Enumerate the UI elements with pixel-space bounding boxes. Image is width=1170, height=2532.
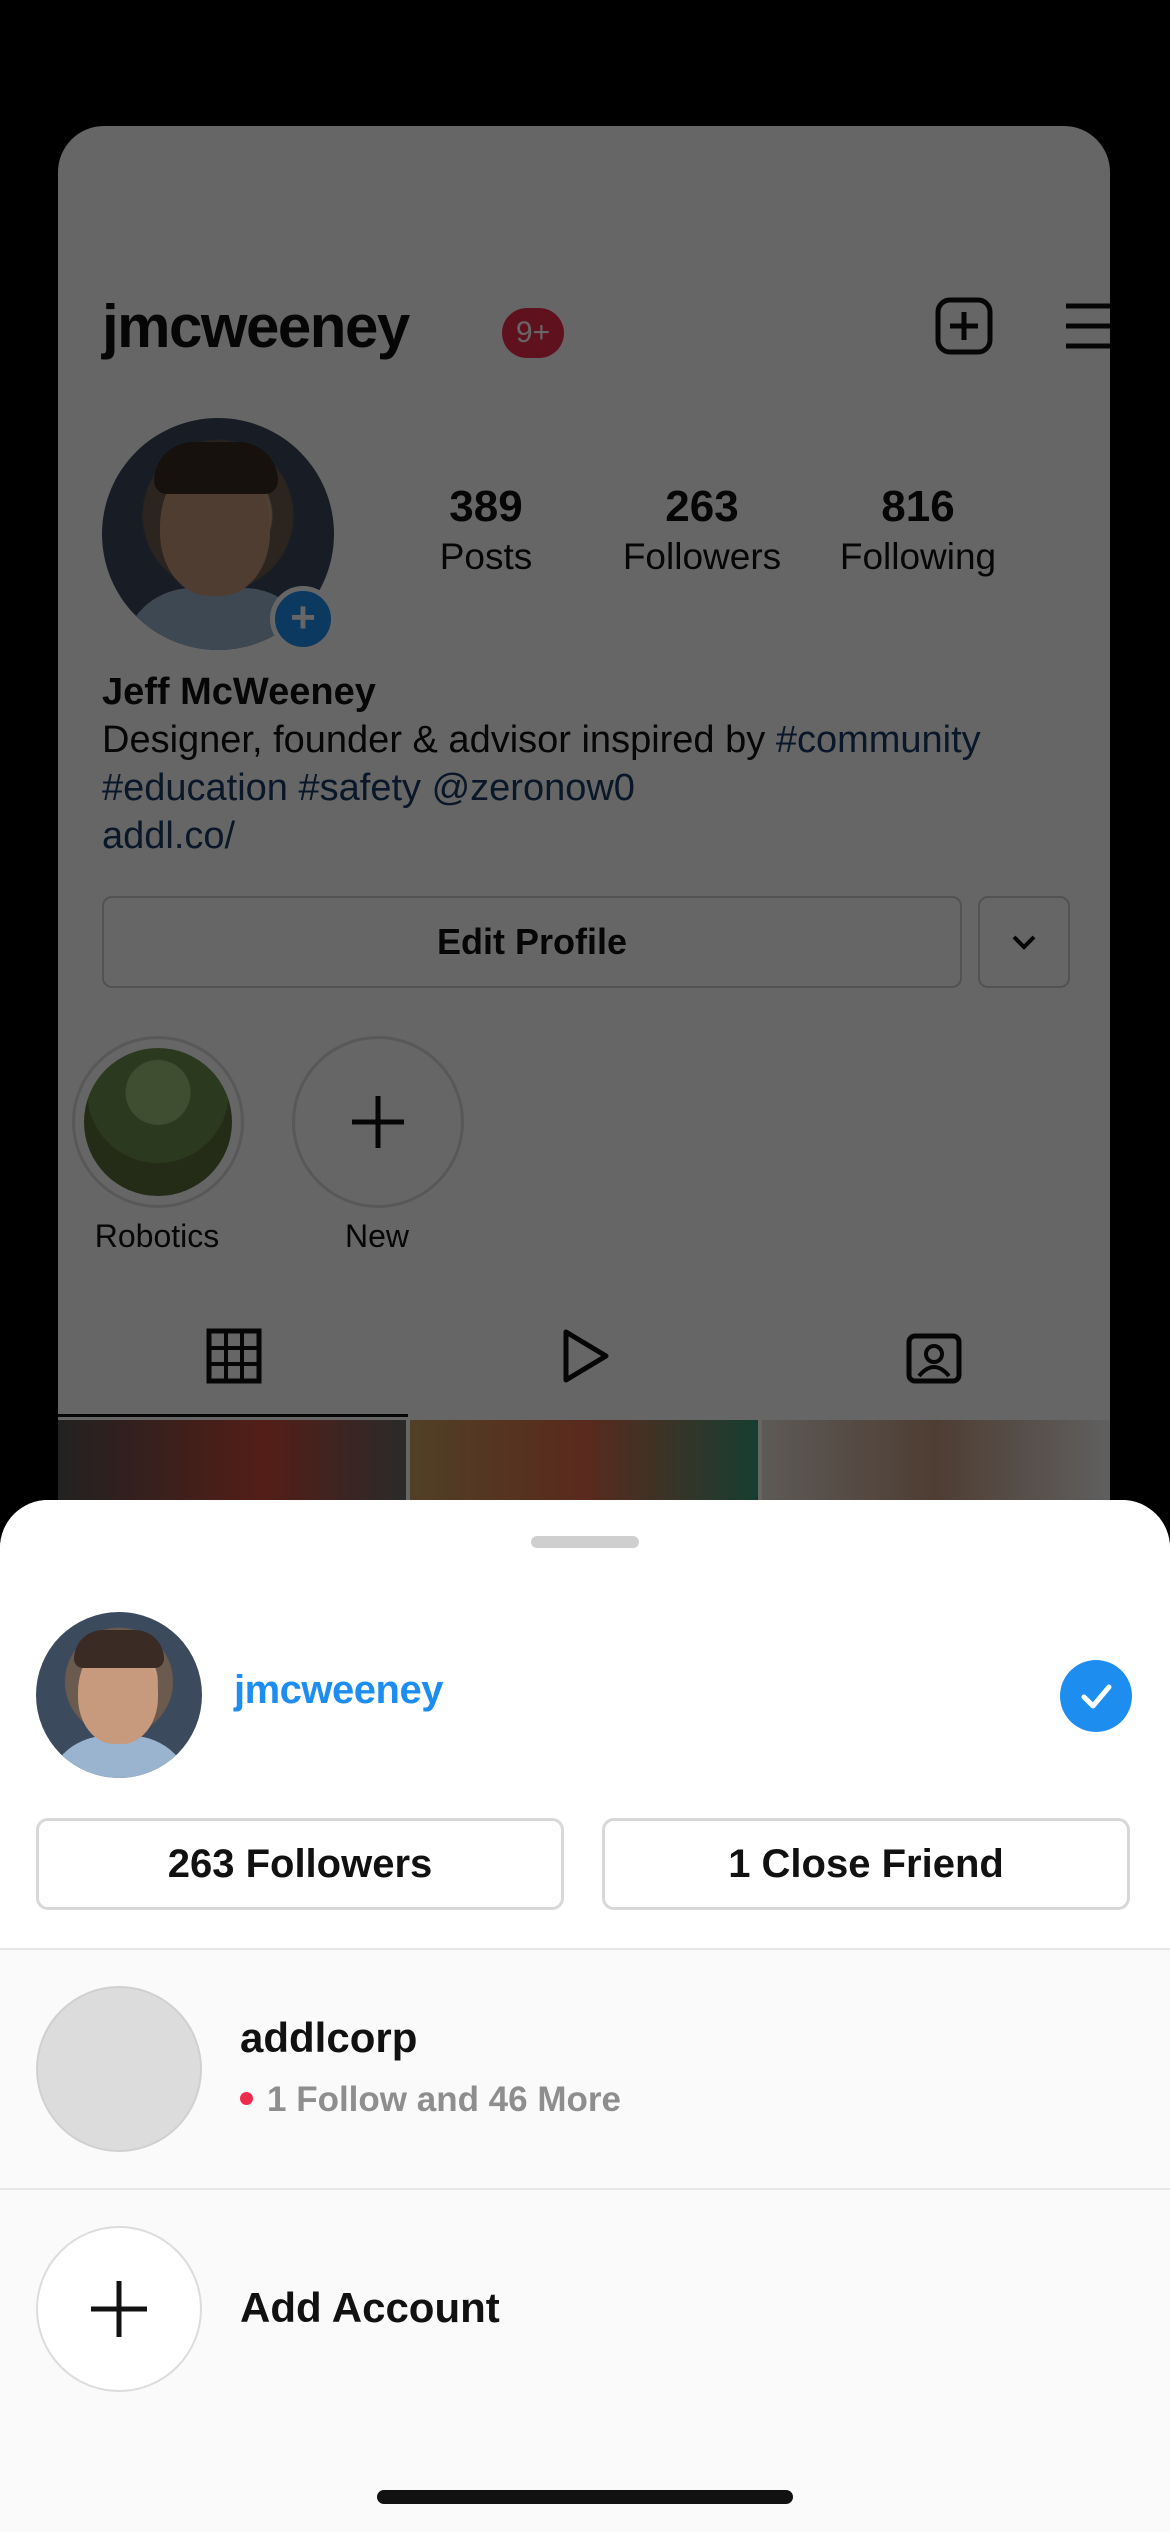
current-account-avatar[interactable]: [36, 1612, 202, 1778]
stat-value: 263: [665, 482, 739, 531]
stat-label: Following: [839, 536, 997, 577]
profile-card: jmcweeney 9+ + 389 Posts 263 Followers 8…: [58, 126, 1110, 1546]
account-switcher-sheet: jmcweeney 263 Followers 1 Close Friend a…: [0, 1500, 1170, 2532]
stat-followers[interactable]: 263 Followers: [592, 482, 812, 578]
menu-icon[interactable]: [1060, 294, 1110, 358]
grid-icon[interactable]: [204, 1326, 264, 1386]
plus-icon: [91, 2281, 147, 2337]
profile-bio: Jeff McWeeney Designer, founder & adviso…: [102, 668, 1070, 860]
profile-full-name: Jeff McWeeney: [102, 671, 376, 713]
profile-header: jmcweeney 9+: [102, 286, 1110, 366]
divider: [0, 2188, 1170, 2190]
hashtag-link[interactable]: #education: [102, 767, 288, 809]
stat-value: 816: [881, 482, 955, 531]
edit-profile-button[interactable]: Edit Profile: [102, 896, 962, 988]
plus-icon: [352, 1096, 404, 1148]
suggestions-toggle-button[interactable]: [978, 896, 1070, 988]
sheet-grabber[interactable]: [531, 1536, 639, 1548]
hashtag-link[interactable]: #community: [776, 719, 981, 761]
highlight-label: Robotics: [94, 1218, 220, 1254]
hashtag-link[interactable]: #safety: [299, 767, 422, 809]
account-activity: 1 Follow and 46 More: [240, 2080, 621, 2120]
stat-label: Followers: [622, 536, 782, 577]
mention-link[interactable]: @zeronow0: [432, 767, 635, 809]
notification-badge: 9+: [502, 308, 564, 358]
bio-website-link[interactable]: addl.co/: [102, 812, 1070, 860]
active-tab-indicator: [58, 1414, 408, 1417]
current-account-name[interactable]: jmcweeney: [234, 1668, 443, 1713]
account-avatar-placeholder: [36, 1986, 202, 2152]
current-account-section: jmcweeney 263 Followers 1 Close Friend: [0, 1500, 1170, 1948]
add-story-icon[interactable]: +: [270, 586, 336, 652]
highlight-cover: [84, 1048, 232, 1196]
unread-dot: [240, 2092, 253, 2106]
stat-posts[interactable]: 389 Posts: [376, 482, 596, 578]
new-post-icon[interactable]: [932, 294, 996, 358]
add-account-circle: [36, 2226, 202, 2392]
chevron-down-icon: [1012, 935, 1036, 950]
stat-label: Posts: [439, 536, 533, 577]
account-name: addlcorp: [240, 2014, 418, 2061]
home-indicator[interactable]: [377, 2490, 793, 2504]
highlight-robotics[interactable]: Robotics: [72, 1036, 244, 1255]
highlight-label: New: [344, 1218, 409, 1254]
divider: [0, 1948, 1170, 1950]
reels-icon[interactable]: [554, 1326, 614, 1386]
close-friends-button[interactable]: 1 Close Friend: [602, 1818, 1130, 1910]
bio-text: Designer, founder & advisor inspired by: [102, 719, 776, 761]
stat-value: 389: [449, 482, 523, 531]
content-tabs: [58, 1306, 1110, 1406]
selected-check-icon: [1060, 1660, 1132, 1732]
stat-following[interactable]: 816 Following: [808, 482, 1028, 578]
profile-username[interactable]: jmcweeney: [102, 292, 410, 361]
followers-button[interactable]: 263 Followers: [36, 1818, 564, 1910]
highlight-new[interactable]: New: [292, 1036, 464, 1255]
add-account-label: Add Account: [240, 2284, 500, 2331]
tagged-icon[interactable]: [904, 1326, 964, 1386]
